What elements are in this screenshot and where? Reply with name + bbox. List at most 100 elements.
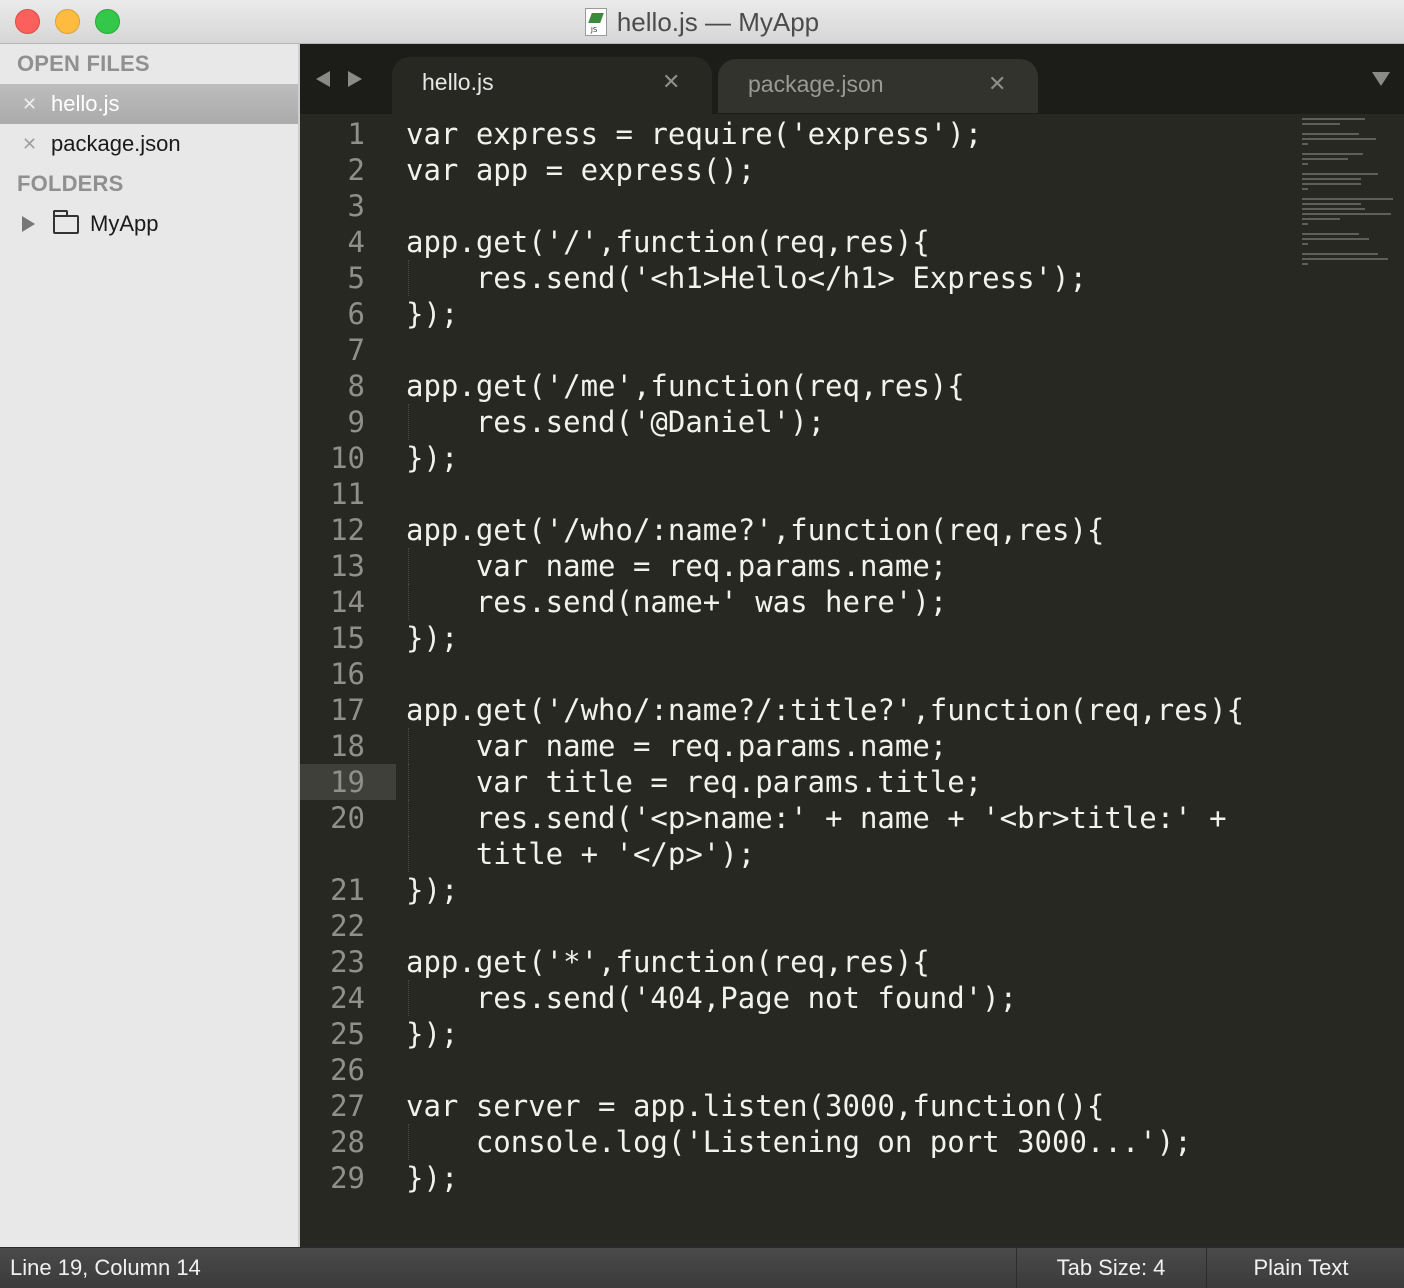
code-text: res.send('@Daniel');: [406, 405, 826, 439]
open-file-item-package-json[interactable]: ✕ package.json: [0, 124, 298, 164]
line-number: 10: [330, 441, 365, 475]
line-number: 23: [330, 945, 365, 979]
code-line[interactable]: 11: [300, 476, 1300, 512]
previous-tab-arrow-icon[interactable]: [316, 71, 330, 87]
tab-hello-js[interactable]: hello.js ✕: [392, 57, 712, 114]
title-bar: hello.js — MyApp: [0, 0, 1404, 44]
line-number: 11: [330, 477, 365, 511]
code-text: app.get('/who/:name?/:title?',function(r…: [406, 693, 1245, 727]
indent-guide: [408, 584, 409, 620]
minimap-line: [1302, 153, 1363, 155]
disclosure-arrow-icon[interactable]: [22, 216, 35, 232]
code-line[interactable]: 2 var app = express();: [300, 152, 1300, 188]
code-line[interactable]: 28 console.log('Listening on port 3000..…: [300, 1124, 1300, 1160]
syntax-selector[interactable]: Plain Text: [1206, 1248, 1396, 1288]
close-icon[interactable]: ✕: [988, 71, 1006, 97]
code-line[interactable]: 18 var name = req.params.name;: [300, 728, 1300, 764]
line-number: 2: [347, 153, 365, 187]
code-line[interactable]: title + '</p>');: [300, 836, 1300, 872]
code-text: title + '</p>');: [406, 837, 756, 871]
code-line[interactable]: 8 app.get('/me',function(req,res){: [300, 368, 1300, 404]
tab-package-json[interactable]: package.json ✕: [718, 59, 1038, 113]
minimap-line: [1302, 218, 1340, 220]
line-number: 1: [347, 117, 365, 151]
code-line[interactable]: 27 var server = app.listen(3000,function(…: [300, 1088, 1300, 1124]
close-icon[interactable]: ✕: [662, 69, 680, 95]
indent-guide: [408, 980, 409, 1016]
indent-guide: [408, 728, 409, 764]
minimap[interactable]: [1302, 118, 1396, 265]
close-icon[interactable]: ✕: [22, 124, 38, 164]
code-line[interactable]: 12 app.get('/who/:name?',function(req,res…: [300, 512, 1300, 548]
code-text: });: [406, 621, 459, 655]
code-line[interactable]: 20 res.send('<p>name:' + name + '<br>tit…: [300, 800, 1300, 836]
minimap-line: [1302, 258, 1388, 260]
code-text: app.get('*',function(req,res){: [406, 945, 930, 979]
line-number: 18: [330, 729, 365, 763]
code-line[interactable]: 15});: [300, 620, 1300, 656]
code-line[interactable]: 24 res.send('404,Page not found');: [300, 980, 1300, 1016]
code-editor[interactable]: 1 var express = require('express'); 2 var a…: [300, 114, 1404, 1247]
code-line[interactable]: 10});: [300, 440, 1300, 476]
code-line[interactable]: 1 var express = require('express');: [300, 116, 1300, 152]
indent-guide: [408, 836, 409, 872]
js-file-icon: [584, 8, 607, 36]
code-text: res.send('404,Page not found');: [406, 981, 1018, 1015]
line-number: 21: [330, 873, 365, 907]
minimap-line: [1302, 183, 1361, 185]
code-line[interactable]: 6});: [300, 296, 1300, 332]
minimap-line: [1302, 158, 1348, 160]
code-text: res.send('<p>name:' + name + '<br>title:…: [406, 801, 1227, 835]
minimap-line: [1302, 118, 1365, 120]
line-number: 25: [330, 1017, 365, 1051]
code-text: });: [406, 297, 459, 331]
code-line[interactable]: 23 app.get('*',function(req,res){: [300, 944, 1300, 980]
line-number: 24: [330, 981, 365, 1015]
line-number: 14: [330, 585, 365, 619]
tab-size-selector[interactable]: Tab Size: 4: [1016, 1248, 1206, 1288]
code-text: });: [406, 1161, 459, 1195]
status-bar: Line 19, Column 14 Tab Size: 4 Plain Tex…: [0, 1247, 1404, 1288]
code-line[interactable]: 22: [300, 908, 1300, 944]
code-text: res.send(name+' was here');: [406, 585, 948, 619]
minimap-line: [1302, 143, 1308, 145]
code-line[interactable]: 9 res.send('@Daniel');: [300, 404, 1300, 440]
close-icon[interactable]: ✕: [22, 84, 38, 124]
line-number: 8: [347, 369, 365, 403]
open-file-label: hello.js: [51, 91, 120, 116]
code-line[interactable]: 13 var name = req.params.name;: [300, 548, 1300, 584]
line-number: 17: [330, 693, 365, 727]
code-line[interactable]: 21});: [300, 872, 1300, 908]
code-text: var express = require('express');: [406, 117, 983, 151]
tab-overflow-menu-icon[interactable]: [1372, 72, 1390, 86]
line-number: 29: [330, 1161, 365, 1195]
sidebar: OPEN FILES ✕ hello.js ✕ package.json FOL…: [0, 44, 300, 1247]
indent-guide: [408, 404, 409, 440]
folder-item-myapp[interactable]: MyApp: [0, 204, 298, 244]
code-line[interactable]: 5 res.send('<h1>Hello</h1> Express');: [300, 260, 1300, 296]
code-text: res.send('<h1>Hello</h1> Express');: [406, 261, 1087, 295]
code-line[interactable]: 16: [300, 656, 1300, 692]
minimap-line: [1302, 138, 1377, 140]
line-number: 6: [347, 297, 365, 331]
code-line[interactable]: 7: [300, 332, 1300, 368]
minimap-line: [1302, 243, 1308, 245]
code-line[interactable]: 14 res.send(name+' was here');: [300, 584, 1300, 620]
line-number: 22: [330, 909, 365, 943]
line-number: 28: [330, 1125, 365, 1159]
code-line[interactable]: 3: [300, 188, 1300, 224]
tab-bar: hello.js ✕ package.json ✕: [300, 44, 1404, 114]
code-line[interactable]: 19 var title = req.params.title;: [300, 764, 1300, 800]
code-line[interactable]: 26: [300, 1052, 1300, 1088]
code-line[interactable]: 25});: [300, 1016, 1300, 1052]
code-line[interactable]: 4 app.get('/',function(req,res){: [300, 224, 1300, 260]
code-line[interactable]: 29});: [300, 1160, 1300, 1196]
code-line[interactable]: 17 app.get('/who/:name?/:title?',function…: [300, 692, 1300, 728]
next-tab-arrow-icon[interactable]: [348, 71, 362, 87]
open-file-item-hello-js[interactable]: ✕ hello.js: [0, 84, 298, 124]
minimap-line: [1302, 178, 1361, 180]
line-number: 20: [330, 801, 365, 835]
minimap-line: [1302, 198, 1394, 200]
code-text: });: [406, 873, 459, 907]
line-number: 4: [347, 225, 365, 259]
